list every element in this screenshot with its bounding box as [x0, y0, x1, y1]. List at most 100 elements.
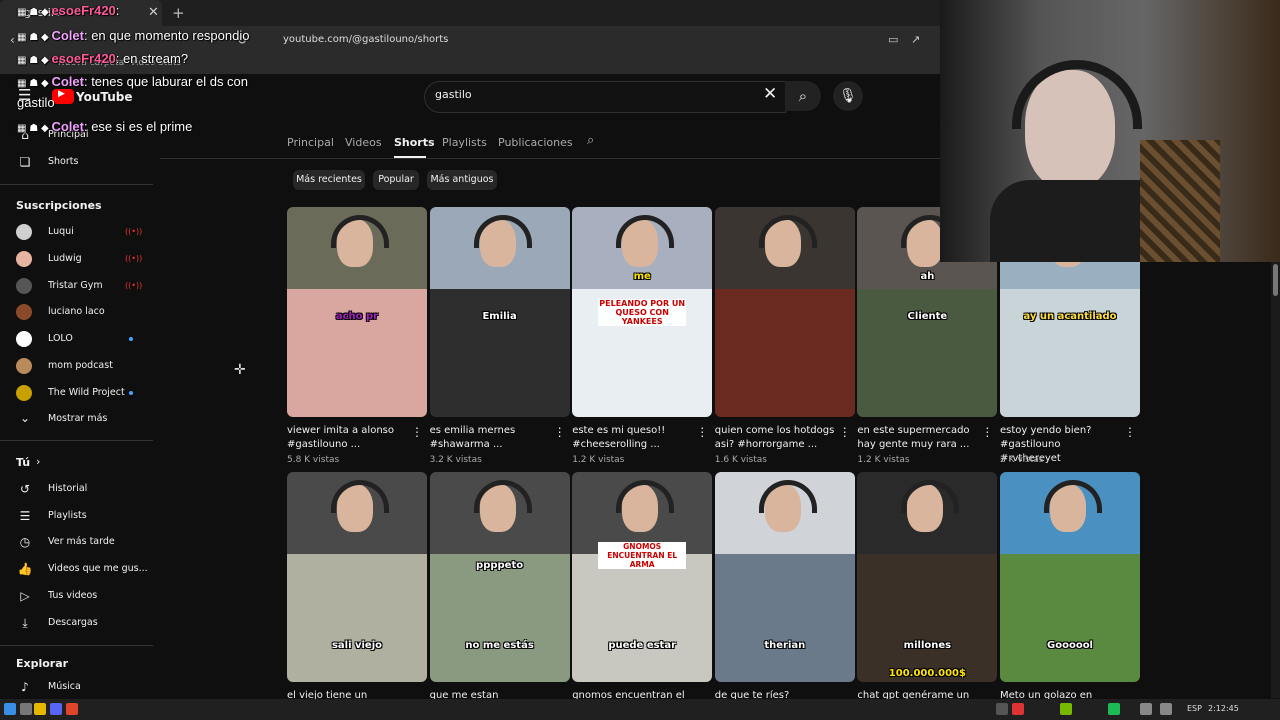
- short-thumbnail[interactable]: PELEANDO POR UN QUESO CON YANKEES me: [572, 207, 713, 417]
- brave-icon[interactable]: [66, 703, 78, 715]
- short-title[interactable]: en este supermercado hay gente muy rara …: [857, 424, 977, 452]
- chip-oldest[interactable]: Más antiguos: [427, 170, 497, 190]
- search-icon: ⌕: [798, 87, 808, 105]
- thumbnail-headphones: [758, 480, 817, 513]
- network-icon[interactable]: [1140, 703, 1152, 715]
- chip-popular[interactable]: Popular: [373, 170, 419, 190]
- thumbnail-headphones: [473, 215, 532, 248]
- back-icon[interactable]: ‹: [10, 33, 15, 47]
- search-input[interactable]: [424, 81, 786, 113]
- live-icon: ((•)): [125, 280, 143, 290]
- sidebar-item-you[interactable]: Descargas: [48, 617, 98, 628]
- tray-icon[interactable]: [996, 703, 1008, 715]
- sidebar-show-more[interactable]: Mostrar más: [48, 413, 107, 424]
- clear-search-icon[interactable]: ✕: [763, 84, 777, 104]
- nvidia-icon[interactable]: [1060, 703, 1072, 715]
- sidebar-item-musica[interactable]: Música: [48, 681, 81, 692]
- language-indicator[interactable]: ESP: [1187, 704, 1202, 713]
- taskbar: [0, 699, 1280, 720]
- chat-text: en stream?: [123, 51, 189, 66]
- new-tab-button[interactable]: +: [172, 4, 185, 22]
- more-options-icon[interactable]: ⋮: [696, 425, 708, 439]
- channel-search-icon[interactable]: ⌕: [587, 133, 594, 148]
- short-thumbnail[interactable]: therian: [714, 472, 855, 682]
- short-thumbnail[interactable]: sali viejo: [287, 472, 427, 682]
- short-title[interactable]: viewer imita a alonso #gastilouno ...: [287, 424, 407, 452]
- new-content-dot-icon: [129, 390, 133, 395]
- sidebar-item-subscription[interactable]: Luqui: [48, 226, 74, 237]
- thumbnail-game-section: [572, 554, 713, 682]
- subscription-avatar: [16, 331, 32, 348]
- thumbnail-caption: therian: [764, 640, 806, 651]
- tab-videos[interactable]: Videos: [345, 136, 382, 149]
- more-options-icon[interactable]: ⋮: [839, 425, 851, 439]
- chat-badge-icon: ▦ ☗ ◆: [17, 7, 52, 18]
- sidebar-item-subscription[interactable]: mom podcast: [48, 360, 113, 371]
- watch-later-icon: ◷: [19, 535, 31, 550]
- you-header[interactable]: Tú: [16, 456, 30, 469]
- more-options-icon[interactable]: ⋮: [411, 425, 423, 439]
- short-title[interactable]: quien come los hotdogs asi? #horrorgame …: [715, 424, 835, 452]
- thumbnail-caption: PELEANDO POR UN QUESO CON YANKEES: [598, 299, 687, 326]
- chip-recent[interactable]: Más recientes: [293, 170, 365, 190]
- sidebar-item-subscription[interactable]: LOLO: [48, 333, 73, 344]
- short-thumbnail[interactable]: millones 100.000.000$: [857, 472, 998, 682]
- short-views: 1.6 K vistas: [714, 455, 767, 465]
- more-options-icon[interactable]: ⋮: [554, 425, 566, 439]
- thumbnail-caption: Cliente: [907, 311, 948, 322]
- thumbnail-webcam-section: [714, 207, 855, 289]
- sidebar-item-you[interactable]: Ver más tarde: [48, 536, 115, 547]
- search-icon[interactable]: [20, 703, 32, 715]
- sidebar-item-you[interactable]: Videos que me gus...: [48, 563, 148, 574]
- thumbnail-subtitle: GNOMOS ENCUENTRAN EL ARMA: [598, 542, 687, 569]
- chat-text: ese si es el prime: [91, 119, 193, 134]
- sidebar-item-subscription[interactable]: luciano laco: [48, 306, 105, 317]
- cast-icon[interactable]: ▭: [888, 33, 898, 46]
- mouse-cursor-icon: ✛: [234, 362, 246, 378]
- sidebar-item-you[interactable]: Historial: [48, 483, 87, 494]
- sidebar-item-shorts[interactable]: Shorts: [48, 156, 78, 167]
- scrollbar-thumb[interactable]: [1273, 264, 1278, 296]
- short-thumbnail[interactable]: [714, 207, 855, 417]
- thumbnail-caption: no me estás: [465, 640, 534, 651]
- sidebar-item-you[interactable]: Playlists: [48, 510, 87, 521]
- short-title[interactable]: este es mi queso!! #cheeserolling ...: [572, 424, 692, 452]
- tab-shorts[interactable]: Shorts: [394, 136, 435, 149]
- tab-playlists[interactable]: Playlists: [442, 136, 487, 149]
- short-thumbnail[interactable]: acho pr: [287, 207, 427, 417]
- discord-icon[interactable]: [50, 703, 62, 715]
- shorts-icon: ❏: [19, 155, 31, 169]
- tab-close-icon[interactable]: ✕: [148, 0, 159, 26]
- scrollbar[interactable]: [1271, 262, 1280, 698]
- thumbnail-caption: puede estar: [608, 640, 677, 651]
- more-options-icon[interactable]: ⋮: [981, 425, 993, 439]
- tab-principal[interactable]: Principal: [287, 136, 334, 149]
- more-options-icon[interactable]: ⋮: [1124, 425, 1136, 439]
- volume-icon[interactable]: [1160, 703, 1172, 715]
- sidebar-item-subscription[interactable]: Ludwig: [48, 253, 82, 264]
- sidebar-item-you[interactable]: Tus videos: [48, 590, 97, 601]
- subscription-avatar: [16, 304, 32, 321]
- sidebar-divider: [0, 184, 153, 185]
- short-title[interactable]: es emilia mernes #shawarma ...: [430, 424, 550, 452]
- tab-publicaciones[interactable]: Publicaciones: [498, 136, 573, 149]
- thumbnail-caption: sali viejo: [331, 640, 383, 651]
- voice-search-button[interactable]: 🎙: [833, 81, 863, 111]
- short-thumbnail[interactable]: Goooool: [1000, 472, 1140, 682]
- folder-icon[interactable]: [34, 703, 46, 715]
- subscriptions-header[interactable]: Suscripciones: [16, 199, 102, 212]
- start-icon[interactable]: [4, 703, 16, 715]
- clock[interactable]: 2:12:45: [1208, 704, 1239, 713]
- search-button[interactable]: ⌕: [785, 81, 821, 111]
- url-field[interactable]: youtube.com/@gastilouno/shorts: [283, 34, 448, 45]
- sidebar-item-subscription[interactable]: The Wild Project: [48, 387, 125, 398]
- spotify-icon[interactable]: [1108, 703, 1120, 715]
- short-thumbnail[interactable]: puede estar GNOMOS ENCUENTRAN EL ARMA: [572, 472, 713, 682]
- thumbnail-caption: Emilia: [482, 311, 517, 322]
- tray-icon[interactable]: [1012, 703, 1024, 715]
- short-thumbnail[interactable]: Emilia: [429, 207, 570, 417]
- chat-username: esoeFr420: [51, 51, 116, 66]
- share-icon[interactable]: ↗: [911, 33, 920, 46]
- sidebar-item-subscription[interactable]: Tristar Gym: [48, 280, 103, 291]
- short-thumbnail[interactable]: no me estás ppppeto: [429, 472, 570, 682]
